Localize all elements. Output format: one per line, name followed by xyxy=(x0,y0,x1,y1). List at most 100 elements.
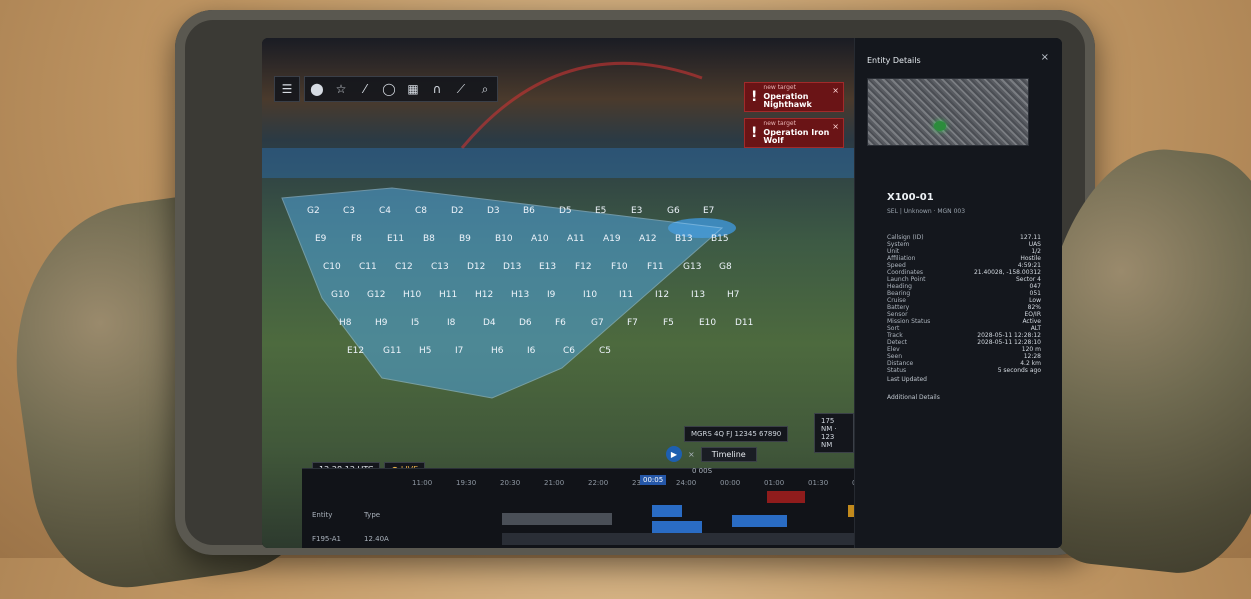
grid-label: E10 xyxy=(699,318,716,328)
alert-icon: ! xyxy=(751,89,758,105)
arch-icon[interactable]: ∩ xyxy=(425,77,449,101)
track-bar[interactable] xyxy=(502,533,882,545)
time-tick: 20:30 xyxy=(500,479,521,487)
field-key: Mission Status xyxy=(887,318,931,325)
field-key: Sort xyxy=(887,325,900,332)
close-icon[interactable]: × xyxy=(688,450,695,459)
field-value: 5 seconds ago xyxy=(997,367,1041,374)
additional-details[interactable]: Additional Details xyxy=(887,394,940,401)
grid-label: D5 xyxy=(559,206,572,216)
entity-details-panel: Entity Details × X100-01 SEL | Unknown ·… xyxy=(854,38,1062,548)
close-icon[interactable]: × xyxy=(1041,52,1049,63)
grid-label: H13 xyxy=(511,290,529,300)
close-icon[interactable]: × xyxy=(832,86,839,95)
field-key: Distance xyxy=(887,360,914,367)
field-value: Hostile xyxy=(1020,255,1041,262)
field-value: 4.2 km xyxy=(1020,360,1041,367)
line-icon[interactable]: ⁄ xyxy=(353,77,377,101)
grid-label: B15 xyxy=(711,234,729,244)
grid-label: F7 xyxy=(627,318,638,328)
entity-thumbnail[interactable] xyxy=(867,78,1029,146)
grid-label: G10 xyxy=(331,290,350,300)
alert-sub: new target xyxy=(763,84,796,91)
field-key: Track xyxy=(887,332,903,339)
measure-icon[interactable]: ⟋ xyxy=(449,77,473,101)
field-value: 82% xyxy=(1027,304,1041,311)
grid-label: I8 xyxy=(447,318,456,328)
timeline-panel[interactable]: Entity Type F195-A1 12.40A 11:00 19:30 20:… xyxy=(302,467,932,548)
col-type: Type xyxy=(364,511,381,519)
field-value: EO/IR xyxy=(1024,311,1041,318)
track-bar[interactable] xyxy=(732,515,787,527)
field-key: Cruise xyxy=(887,297,906,304)
alert-card-1[interactable]: ! new target Operation Nighthawk × xyxy=(744,82,844,112)
grid-label: E12 xyxy=(347,346,364,356)
grid-label: H11 xyxy=(439,290,457,300)
grid-label: D6 xyxy=(519,318,532,328)
grid-icon[interactable]: ▦ xyxy=(401,77,425,101)
field-key: Elev xyxy=(887,346,900,353)
grid-label: D13 xyxy=(503,262,521,272)
field-key: Speed xyxy=(887,262,906,269)
grid-label: F12 xyxy=(575,262,592,272)
field-value: UAS xyxy=(1028,241,1041,248)
menu-icon[interactable]: ☰ xyxy=(274,76,300,102)
grid-label: I12 xyxy=(655,290,669,300)
track-bar[interactable] xyxy=(652,521,702,533)
now-small: 0 00S xyxy=(692,467,713,475)
target-marker xyxy=(934,121,946,131)
grid-label: A19 xyxy=(603,234,621,244)
grid-label: G13 xyxy=(683,262,701,272)
grid-label: C4 xyxy=(379,206,391,216)
timeline-toggle[interactable]: Timeline xyxy=(700,446,757,462)
field-key: Battery xyxy=(887,304,910,311)
play-icon[interactable]: ▶ xyxy=(666,446,682,462)
now-marker[interactable]: 00:05 xyxy=(640,475,667,485)
last-updated: Last Updated xyxy=(887,376,927,383)
grid-label: I11 xyxy=(619,290,633,300)
field-key: Sensor xyxy=(887,311,908,318)
field-key: Launch Point xyxy=(887,276,926,283)
field-key: Detect xyxy=(887,339,908,346)
field-key: Status xyxy=(887,367,907,374)
grid-label: F11 xyxy=(647,262,664,272)
alert-card-2[interactable]: ! new target Operation Iron Wolf × xyxy=(744,118,844,148)
field-key: Seen xyxy=(887,353,902,360)
map-toolbar: ☰ ⬤ ☆ ⁄ ◯ ▦ ∩ ⟋ ⌕ xyxy=(274,76,498,102)
field-value: 047 xyxy=(1029,283,1041,290)
grid-label: C13 xyxy=(431,262,449,272)
track-bar[interactable] xyxy=(502,513,612,525)
star-icon[interactable]: ☆ xyxy=(329,77,353,101)
grid-label: C5 xyxy=(599,346,611,356)
grid-label: F10 xyxy=(611,262,628,272)
grid-label: H8 xyxy=(339,318,352,328)
pin-icon[interactable]: ⬤ xyxy=(305,77,329,101)
field-key: Bearing xyxy=(887,290,911,297)
close-icon[interactable]: × xyxy=(832,122,839,131)
alert-title: Operation Iron Wolf xyxy=(763,128,830,145)
grid-label: D2 xyxy=(451,206,464,216)
grid-label: B9 xyxy=(459,234,471,244)
time-tick: 01:30 xyxy=(808,479,829,487)
grid-label: G12 xyxy=(367,290,385,300)
grid-label: F5 xyxy=(663,318,674,328)
grid-label: I13 xyxy=(691,290,705,300)
field-key: Unit xyxy=(887,248,900,255)
alert-icon: ! xyxy=(751,125,758,141)
field-key: System xyxy=(887,241,910,248)
grid-label: G8 xyxy=(719,262,732,272)
row-type: 12.40A xyxy=(364,535,389,543)
grid-label: C12 xyxy=(395,262,413,272)
grid-label: I9 xyxy=(547,290,556,300)
map-view[interactable]: G2 C3 C4 C8 D2 D3 B6 D5 E5 E3 G6 E7 E9 F8 E11 B8 B9 B10 A1… xyxy=(262,38,932,548)
circle-icon[interactable]: ◯ xyxy=(377,77,401,101)
field-value: 21.40028, -158.00312 xyxy=(973,269,1041,276)
grid-label: A11 xyxy=(567,234,585,244)
field-key: Heading xyxy=(887,283,912,290)
grid-label: I5 xyxy=(411,318,419,328)
search-icon[interactable]: ⌕ xyxy=(473,77,497,101)
alert-bar[interactable] xyxy=(767,491,805,503)
grid-label: H12 xyxy=(475,290,493,300)
track-bar[interactable] xyxy=(652,505,682,517)
grid-label: C3 xyxy=(343,206,355,216)
